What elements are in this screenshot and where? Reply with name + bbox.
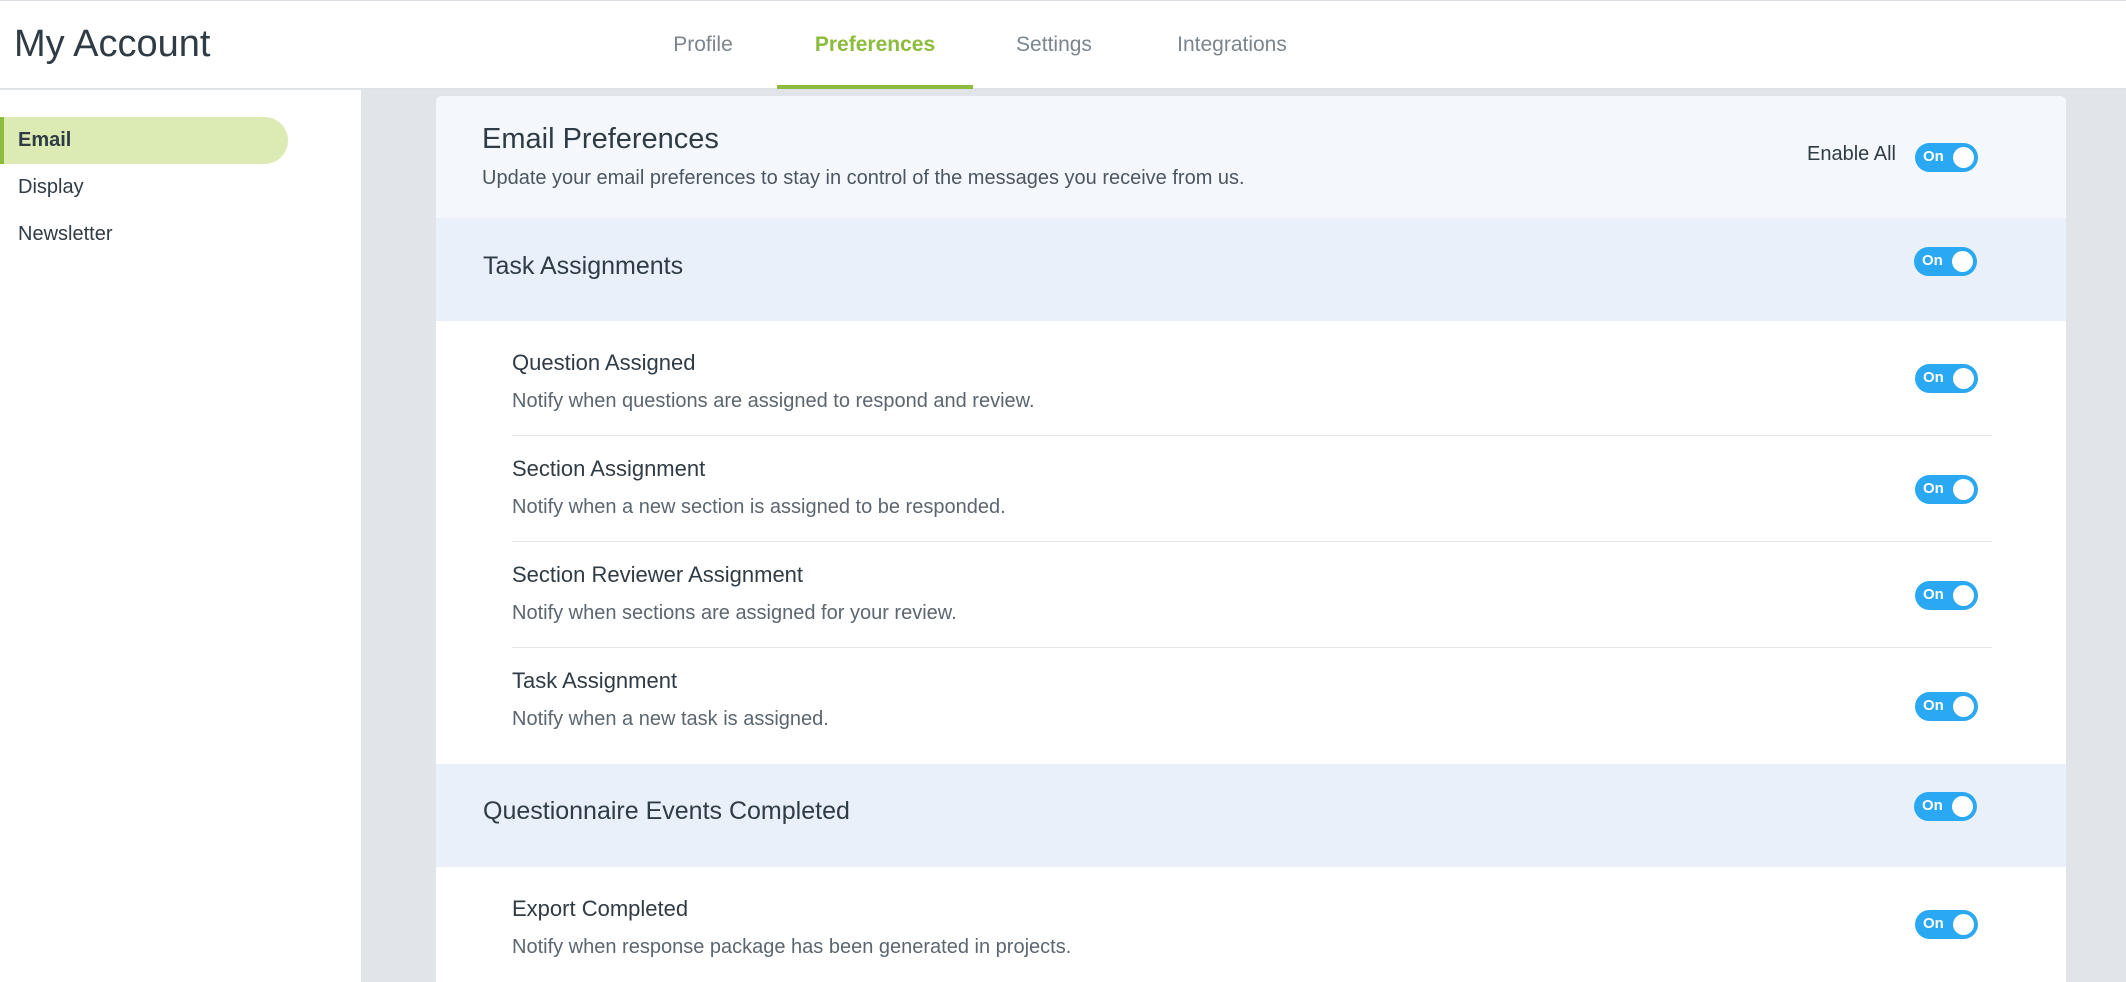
export-completed-toggle[interactable]: On <box>1915 910 1978 939</box>
section-title: Questionnaire Events Completed <box>483 797 850 825</box>
question-assigned-desc: Notify when questions are assigned to re… <box>512 390 1035 412</box>
section-reviewer-assignment-toggle[interactable]: On <box>1915 581 1978 610</box>
sidebar-item-newsletter[interactable]: Newsletter <box>0 211 288 258</box>
email-preferences-title: Email Preferences <box>482 123 719 155</box>
task-assignment-title: Task Assignment <box>512 668 678 693</box>
tab-integrations[interactable]: Integrations <box>1160 1 1304 89</box>
sidebar-item-display[interactable]: Display <box>0 164 288 211</box>
section-assignment-toggle[interactable]: On <box>1915 475 1978 504</box>
toggle-knob <box>1953 368 1974 389</box>
page-title: My Account <box>14 23 211 65</box>
question-assigned-toggle[interactable]: On <box>1915 364 1978 393</box>
toggle-knob <box>1953 696 1974 717</box>
section-task-assignments: Task Assignments On <box>436 218 2066 321</box>
toggle-knob <box>1953 479 1974 500</box>
toggle-state-label: On <box>1923 586 1944 603</box>
row-divider <box>512 647 1992 648</box>
toggle-state-label: On <box>1923 369 1944 386</box>
toggle-knob <box>1953 147 1974 168</box>
export-completed-desc: Notify when response package has been ge… <box>512 936 1072 958</box>
task-assignment-toggle[interactable]: On <box>1915 692 1978 721</box>
email-preferences-subtitle: Update your email preferences to stay in… <box>482 167 1245 189</box>
questionnaire-events-toggle[interactable]: On <box>1914 792 1977 821</box>
tab-profile[interactable]: Profile <box>650 1 756 89</box>
email-preferences-card: Email Preferences Update your email pref… <box>436 96 2066 982</box>
section-title: Task Assignments <box>483 252 684 280</box>
row-divider <box>512 435 1992 436</box>
section-assignment-desc: Notify when a new section is assigned to… <box>512 496 1006 518</box>
enable-all-label: Enable All <box>1807 143 1896 165</box>
toggle-knob <box>1952 796 1973 817</box>
email-preferences-header: Email Preferences Update your email pref… <box>436 96 2066 218</box>
sidebar-item-email[interactable]: Email <box>0 117 288 164</box>
toggle-state-label: On <box>1922 252 1943 269</box>
section-questionnaire-events-completed: Questionnaire Events Completed On <box>436 764 2066 867</box>
toggle-knob <box>1953 585 1974 606</box>
toggle-state-label: On <box>1923 697 1944 714</box>
tab-settings[interactable]: Settings <box>995 1 1113 89</box>
export-completed-title: Export Completed <box>512 896 689 921</box>
task-assignments-toggle[interactable]: On <box>1914 247 1977 276</box>
toggle-knob <box>1952 251 1973 272</box>
toggle-state-label: On <box>1923 915 1944 932</box>
row-divider <box>512 541 1992 542</box>
app-header: My Account Profile Preferences Settings … <box>0 1 2126 90</box>
section-reviewer-assignment-desc: Notify when sections are assigned for yo… <box>512 602 957 624</box>
task-assignment-desc: Notify when a new task is assigned. <box>512 708 829 730</box>
tab-preferences[interactable]: Preferences <box>777 1 973 89</box>
section-reviewer-assignment-title: Section Reviewer Assignment <box>512 562 804 587</box>
toggle-state-label: On <box>1922 797 1943 814</box>
toggle-knob <box>1953 914 1974 935</box>
section-assignment-title: Section Assignment <box>512 456 706 481</box>
question-assigned-title: Question Assigned <box>512 350 696 375</box>
enable-all-toggle[interactable]: On <box>1915 143 1978 172</box>
toggle-state-label: On <box>1923 480 1944 497</box>
toggle-state-label: On <box>1923 148 1944 165</box>
sidebar: Email Display Newsletter <box>0 90 361 982</box>
